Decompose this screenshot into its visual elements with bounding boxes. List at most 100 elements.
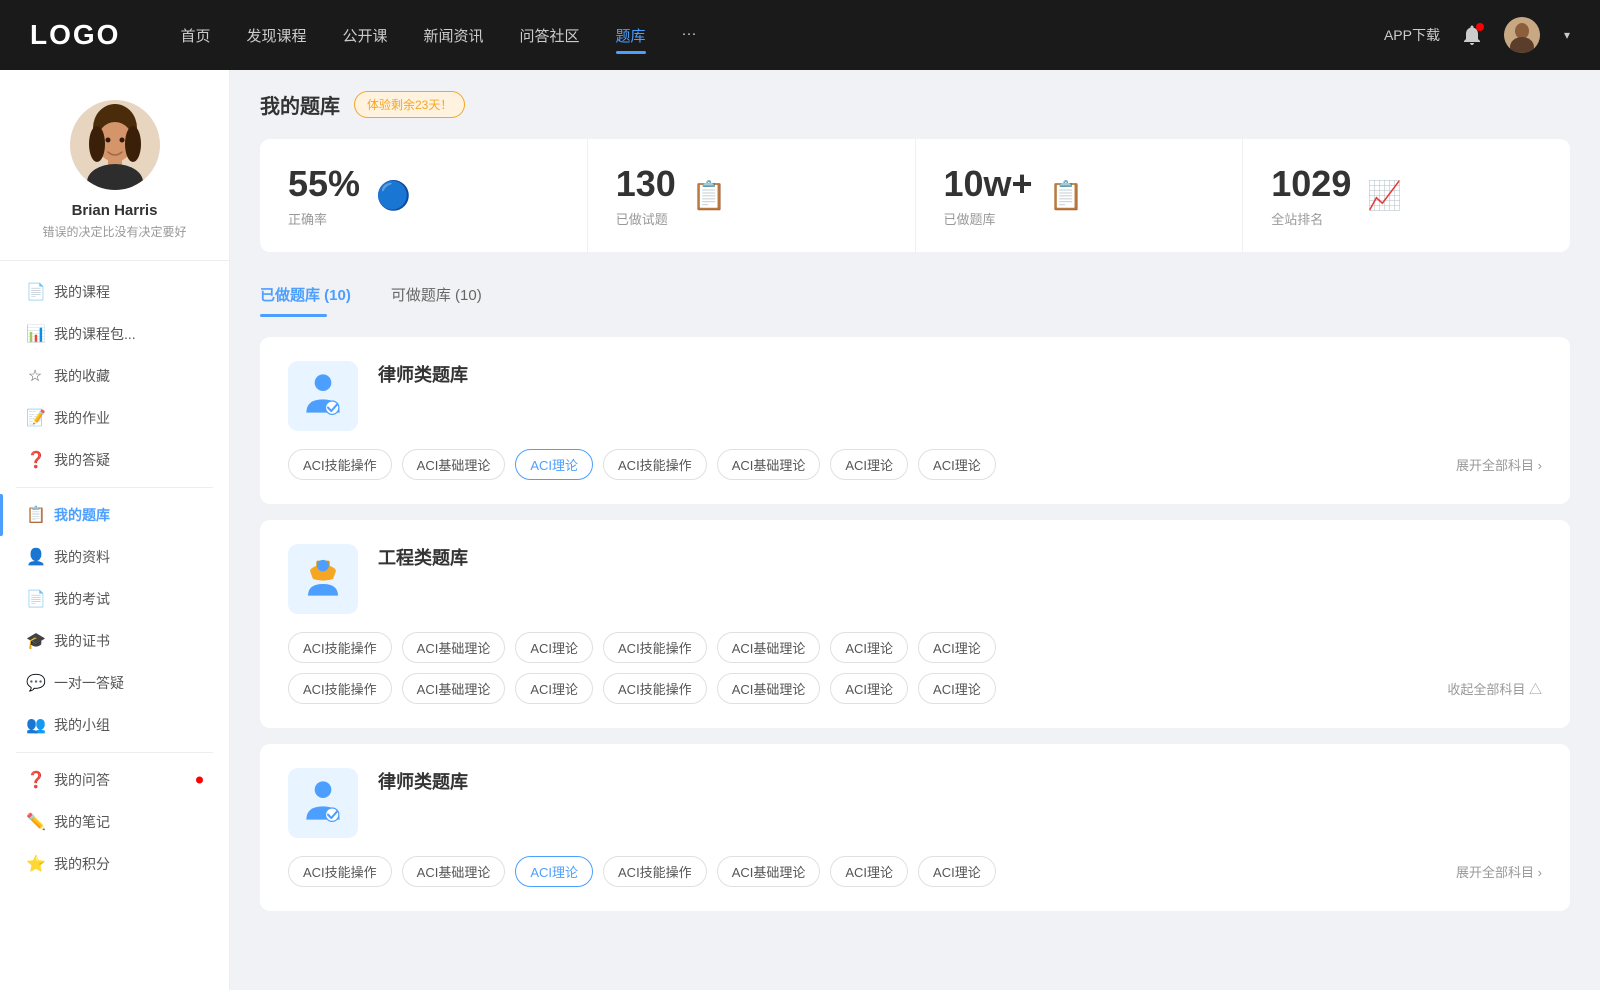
menu-item-icon: ❓ <box>26 450 44 470</box>
qbank-card: 律师类题库 ACI技能操作ACI基础理论ACI理论ACI技能操作ACI基础理论A… <box>260 337 1570 504</box>
tags-row: ACI技能操作 ACI基础理论 ACI理论 ACI技能操作 ACI基础理论 ACI理论 AC… <box>288 856 1542 887</box>
tag-item[interactable]: ACI基础理论 <box>717 856 821 887</box>
qbank-info: 律师类题库 <box>378 361 468 387</box>
tag-item[interactable]: ACI技能操作 <box>603 632 707 663</box>
nav-item[interactable]: 首页 <box>180 21 210 50</box>
nav-item[interactable]: 题库 <box>616 21 646 50</box>
nav-menu: 首页 发现课程 公开课 新闻资讯 问答社区 题库 ··· <box>180 21 1384 50</box>
tag-item[interactable]: ACI技能操作 <box>288 449 392 480</box>
menu-item-icon: 📄 <box>26 282 44 302</box>
sidebar: Brian Harris 错误的决定比没有决定要好 📄我的课程📊我的课程包...… <box>0 70 230 990</box>
menu-item-icon: ❓ <box>26 770 44 790</box>
stat-value-group: 10w+ 已做题库 <box>944 163 1033 228</box>
sidebar-divider <box>16 487 213 488</box>
stats-row: 55% 正确率 🔵 130 已做试题 📋 10w+ 已做题库 📋 1029 全站… <box>260 139 1570 252</box>
tab-item[interactable]: 已做题库 (10) <box>260 276 371 317</box>
menu-item-label: 我的答疑 <box>54 450 110 470</box>
tag-item[interactable]: ACI理论 <box>515 856 593 887</box>
tag-item[interactable]: ACI理论 <box>515 449 593 480</box>
tag-item[interactable]: ACI理论 <box>830 856 908 887</box>
page-title: 我的题库 <box>260 90 340 119</box>
tag-item[interactable]: ACI技能操作 <box>288 632 392 663</box>
menu-item-label: 我的收藏 <box>54 366 110 386</box>
menu-item-label: 我的课程包... <box>54 324 136 344</box>
tag-item[interactable]: ACI基础理论 <box>402 449 506 480</box>
stat-item: 1029 全站排名 📈 <box>1243 139 1570 252</box>
menu-item-icon: 👤 <box>26 547 44 567</box>
stat-icon: 📋 <box>1049 179 1084 212</box>
tag-item[interactable]: ACI理论 <box>830 632 908 663</box>
tags-row-2: ACI技能操作 ACI基础理论 ACI理论 ACI技能操作 ACI基础理论 ACI理论 AC… <box>288 673 1542 704</box>
logo[interactable]: LOGO <box>30 19 120 51</box>
nav-item[interactable]: 问答社区 <box>520 21 580 50</box>
tag-item[interactable]: ACI理论 <box>515 632 593 663</box>
sidebar-menu-item[interactable]: 💬 一对一答疑 <box>0 662 229 704</box>
sidebar-menu-item[interactable]: 📋我的题库 <box>0 494 229 536</box>
profile-avatar <box>70 100 160 190</box>
tag-item[interactable]: ACI技能操作 <box>288 856 392 887</box>
tag-item[interactable]: ACI理论 <box>830 673 908 704</box>
sidebar-menu-item[interactable]: ☆ 我的收藏 <box>0 355 229 397</box>
sidebar-menu-item[interactable]: 📄我的考试 <box>0 578 229 620</box>
stat-label: 正确率 <box>288 209 360 228</box>
menu-item-label: 我的题库 <box>54 505 110 525</box>
menu-item-icon: ☆ <box>26 366 44 386</box>
notification-bell[interactable] <box>1460 23 1484 47</box>
sidebar-menu-item[interactable]: 👤我的资料 <box>0 536 229 578</box>
qbank-title: 工程类题库 <box>378 544 468 570</box>
tag-item[interactable]: ACI理论 <box>515 673 593 704</box>
qbank-icon <box>288 361 358 431</box>
sidebar-menu-item[interactable]: 🎓我的证书 <box>0 620 229 662</box>
profile-motto: 错误的决定比没有决定要好 <box>42 223 186 240</box>
tag-item[interactable]: ACI技能操作 <box>603 449 707 480</box>
user-menu-chevron[interactable]: ▾ <box>1564 28 1570 42</box>
tag-item[interactable]: ACI技能操作 <box>288 673 392 704</box>
app-download-link[interactable]: APP下载 <box>1384 25 1440 45</box>
tag-item[interactable]: ACI基础理论 <box>717 632 821 663</box>
tag-item[interactable]: ACI理论 <box>918 856 996 887</box>
tag-item[interactable]: ACI基础理论 <box>717 449 821 480</box>
nav-item[interactable]: 发现课程 <box>246 21 306 50</box>
sidebar-menu-item[interactable]: 📄我的课程 <box>0 271 229 313</box>
sidebar-menu-item[interactable]: ⭐我的积分 <box>0 843 229 885</box>
nav-item[interactable]: 公开课 <box>342 21 387 50</box>
expand-button[interactable]: 展开全部科目 › <box>1456 862 1542 881</box>
stat-value: 130 <box>616 163 676 205</box>
menu-item-label: 我的积分 <box>54 854 110 874</box>
menu-item-icon: 👥 <box>26 715 44 735</box>
sidebar-divider <box>16 752 213 753</box>
navbar: LOGO 首页 发现课程 公开课 新闻资讯 问答社区 题库 ··· APP下载 ▾ <box>0 0 1600 70</box>
tag-item[interactable]: ACI理论 <box>918 632 996 663</box>
sidebar-menu-item[interactable]: 📊我的课程包... <box>0 313 229 355</box>
tag-item[interactable]: ACI理论 <box>830 449 908 480</box>
qbank-icon <box>288 544 358 614</box>
nav-item[interactable]: 新闻资讯 <box>424 21 484 50</box>
tag-item[interactable]: ACI基础理论 <box>717 673 821 704</box>
tag-item[interactable]: ACI基础理论 <box>402 856 506 887</box>
sidebar-menu-item[interactable]: ❓我的问答 <box>0 759 229 801</box>
tag-item[interactable]: ACI理论 <box>918 449 996 480</box>
menu-item-icon: 💬 <box>26 673 44 693</box>
tags-row: ACI技能操作 ACI基础理论 ACI理论 ACI技能操作 ACI基础理论 ACI理论 AC… <box>288 449 1542 480</box>
stat-item: 55% 正确率 🔵 <box>260 139 588 252</box>
sidebar-menu-item[interactable]: ❓ 我的答疑 <box>0 439 229 481</box>
user-avatar[interactable] <box>1504 17 1540 53</box>
menu-item-icon: 🎓 <box>26 631 44 651</box>
stat-value-group: 130 已做试题 <box>616 163 676 228</box>
menu-item-label: 一对一答疑 <box>54 673 124 693</box>
tag-item[interactable]: ACI技能操作 <box>603 856 707 887</box>
tag-item[interactable]: ACI基础理论 <box>402 632 506 663</box>
tag-item[interactable]: ACI基础理论 <box>402 673 506 704</box>
tab-item[interactable]: 可做题库 (10) <box>391 276 502 317</box>
sidebar-menu-item[interactable]: 👥我的小组 <box>0 704 229 746</box>
navbar-right: APP下载 ▾ <box>1384 17 1570 53</box>
tag-item[interactable]: ACI理论 <box>918 673 996 704</box>
expand-button[interactable]: 展开全部科目 › <box>1456 455 1542 474</box>
menu-item-icon: 📄 <box>26 589 44 609</box>
qbank-title: 律师类题库 <box>378 768 468 794</box>
collapse-button[interactable]: 收起全部科目 △ <box>1447 679 1542 698</box>
sidebar-menu-item[interactable]: 📝我的作业 <box>0 397 229 439</box>
nav-item[interactable]: ··· <box>682 21 697 50</box>
tag-item[interactable]: ACI技能操作 <box>603 673 707 704</box>
sidebar-menu-item[interactable]: ✏️我的笔记 <box>0 801 229 843</box>
